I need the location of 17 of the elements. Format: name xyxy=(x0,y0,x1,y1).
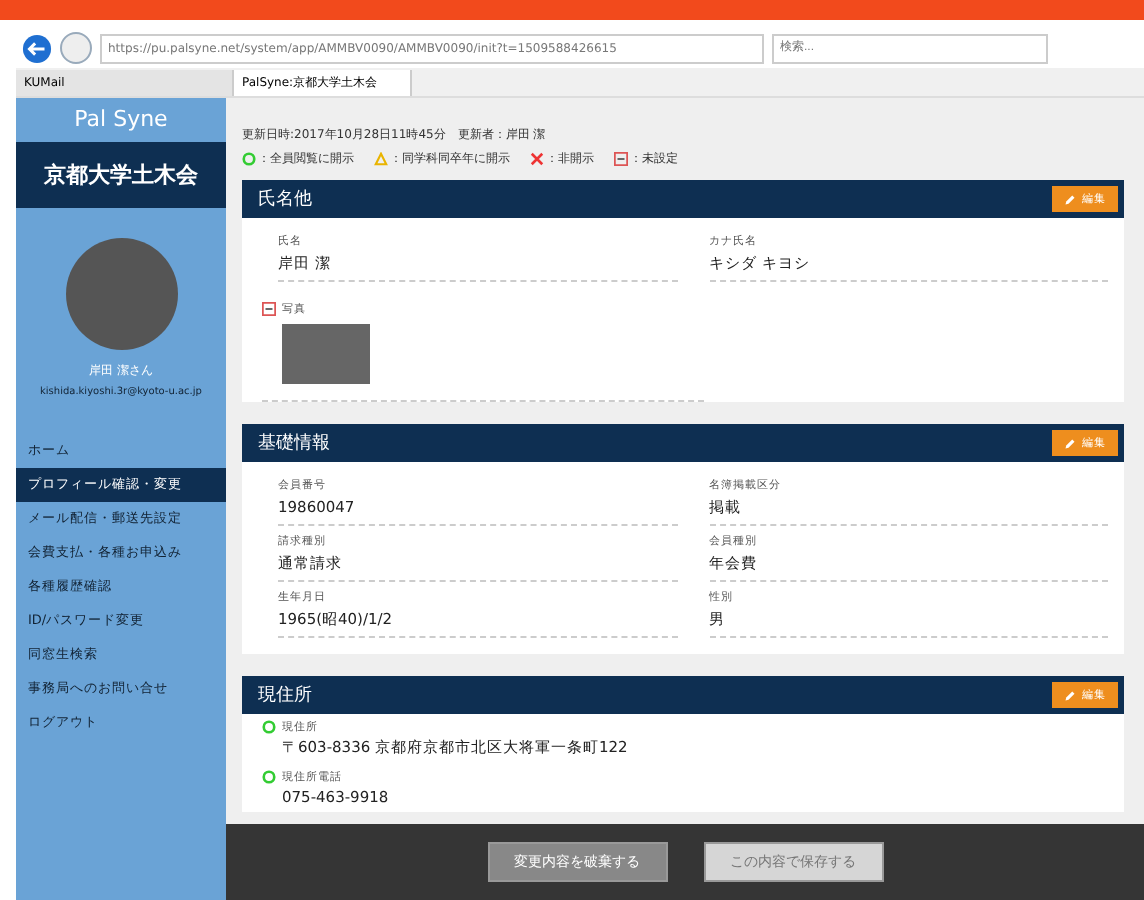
section-title: 氏名他 xyxy=(258,187,312,212)
photo-placeholder xyxy=(282,324,370,384)
organization-title: 京都大学土木会 xyxy=(16,142,226,208)
circle-icon xyxy=(242,152,256,166)
back-icon[interactable] xyxy=(22,33,52,63)
dash-icon xyxy=(614,152,628,166)
section-title: 基礎情報 xyxy=(258,431,330,456)
pencil-icon xyxy=(1064,437,1076,449)
cross-icon xyxy=(530,152,544,166)
triangle-icon xyxy=(374,152,388,166)
dash-icon xyxy=(262,302,276,316)
section-title: 現住所 xyxy=(258,683,312,708)
circle-icon xyxy=(262,720,276,734)
circle-icon xyxy=(262,770,276,784)
brand-logo: Pal Syne xyxy=(72,104,170,136)
pencil-icon xyxy=(1064,193,1076,205)
pencil-icon xyxy=(1064,689,1076,701)
